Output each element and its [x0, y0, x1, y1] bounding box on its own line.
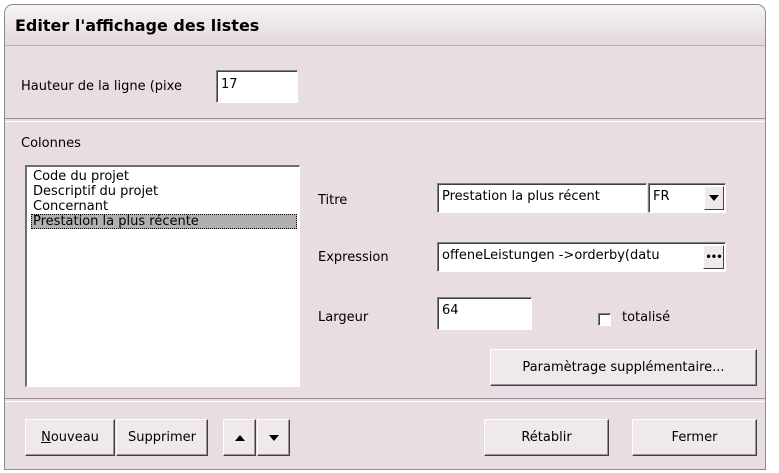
close-button[interactable]: Fermer [632, 419, 757, 456]
row-height-input[interactable]: 17 [216, 70, 298, 103]
language-value: FR [653, 189, 670, 204]
dialog-title: Editer l'affichage des listes [15, 16, 260, 35]
new-label: ouveau [50, 430, 99, 445]
chevron-down-icon [709, 195, 719, 201]
titre-input[interactable]: Prestation la plus récent [437, 183, 647, 213]
arrow-up-icon [234, 434, 245, 441]
separator-bottom [5, 398, 765, 402]
new-accel: N [41, 430, 51, 445]
ellipsis-icon: ••• [705, 251, 722, 263]
list-item-selected[interactable]: Prestation la plus récente [31, 214, 297, 229]
title-bar[interactable]: Editer l'affichage des listes [5, 5, 765, 46]
columns-list[interactable]: Code du projet Descriptif du projet Conc… [25, 165, 300, 387]
expression-label: Expression [318, 250, 389, 265]
extra-settings-button[interactable]: Paramètrage supplémentaire... [490, 349, 757, 386]
move-up-button[interactable] [223, 419, 256, 456]
list-item[interactable]: Descriptif du projet [31, 184, 299, 199]
largeur-input[interactable]: 64 [437, 297, 532, 330]
totalise-label[interactable]: totalisé [622, 310, 670, 325]
reset-button[interactable]: Rétablir [484, 419, 609, 456]
totalise-checkbox[interactable] [598, 313, 611, 326]
columns-label: Colonnes [21, 136, 81, 151]
separator-top [5, 118, 765, 122]
dialog-window: Editer l'affichage des listes Hauteur de… [4, 4, 766, 470]
expression-browse-button[interactable]: ••• [703, 245, 724, 269]
new-button[interactable]: Nouveau [25, 419, 115, 456]
arrow-down-icon [268, 434, 279, 441]
list-item[interactable]: Code du projet [31, 169, 299, 184]
titre-label: Titre [318, 193, 348, 208]
expression-input[interactable]: offeneLeistungen ->orderby(datu [437, 242, 726, 272]
language-dropdown-button[interactable] [704, 186, 724, 210]
list-item[interactable]: Concernant [31, 199, 299, 214]
row-height-label: Hauteur de la ligne (pixe [21, 79, 182, 94]
delete-button[interactable]: Supprimer [116, 419, 208, 456]
move-down-button[interactable] [257, 419, 290, 456]
largeur-label: Largeur [318, 310, 369, 325]
